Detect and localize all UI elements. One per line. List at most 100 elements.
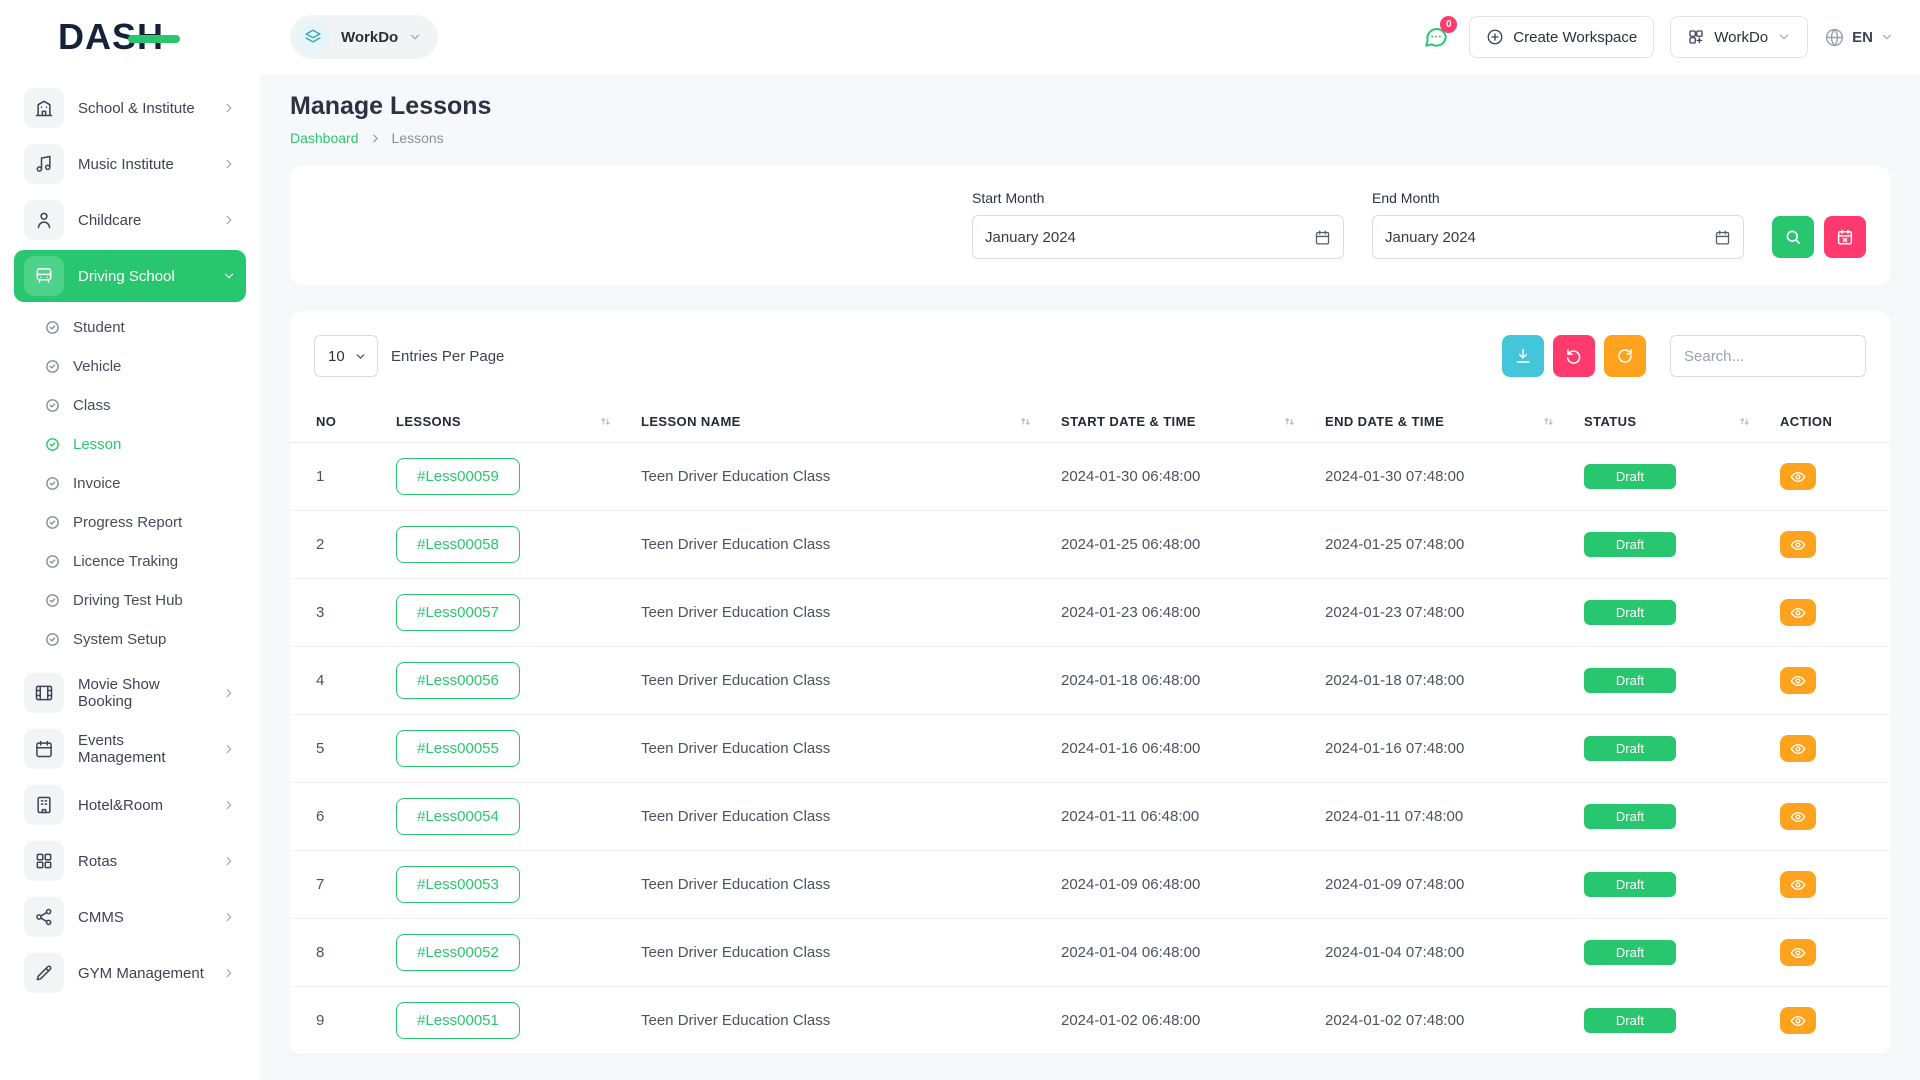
column-header-lesson-name[interactable]: LESSON NAME — [627, 401, 1047, 443]
sidebar-subitem-class[interactable]: Class — [14, 386, 246, 425]
cell-no: 3 — [290, 579, 382, 647]
language-selector[interactable]: EN — [1824, 27, 1894, 48]
sidebar-item-gym-management[interactable]: GYM Management — [14, 947, 246, 999]
table-row: 9 #Less00051 Teen Driver Education Class… — [290, 987, 1890, 1055]
start-month-input[interactable]: January 2024 — [972, 215, 1344, 259]
sidebar-subitem-lesson[interactable]: Lesson — [14, 425, 246, 464]
sidebar-item-music-institute[interactable]: Music Institute — [14, 138, 246, 190]
workspace-name: WorkDo — [341, 29, 398, 46]
end-month-input[interactable]: January 2024 — [1372, 215, 1744, 259]
cell-end-date: 2024-01-09 07:48:00 — [1311, 851, 1570, 919]
chat-button[interactable]: 0 — [1419, 20, 1453, 54]
table-row: 8 #Less00052 Teen Driver Education Class… — [290, 919, 1890, 987]
lesson-code-badge[interactable]: #Less00058 — [396, 526, 520, 563]
sidebar-subitem-progress-report[interactable]: Progress Report — [14, 503, 246, 542]
cell-lesson-name: Teen Driver Education Class — [627, 647, 1047, 715]
sidebar-item-driving-school[interactable]: Driving School — [14, 250, 246, 302]
view-lesson-button[interactable] — [1780, 531, 1816, 558]
cell-no: 9 — [290, 987, 382, 1055]
lesson-code-badge[interactable]: #Less00052 — [396, 934, 520, 971]
sort-icon[interactable] — [1541, 414, 1556, 429]
calendar-x-icon — [1836, 228, 1854, 246]
sidebar-subitem-vehicle[interactable]: Vehicle — [14, 347, 246, 386]
column-header-no[interactable]: NO — [290, 401, 382, 443]
create-workspace-button[interactable]: Create Workspace — [1469, 16, 1654, 58]
lesson-code-badge[interactable]: #Less00059 — [396, 458, 520, 495]
entries-per-page-value: 10 — [328, 348, 345, 365]
refresh-button[interactable] — [1604, 335, 1646, 377]
sidebar-item-events-management[interactable]: Events Management — [14, 723, 246, 775]
sidebar-item-label: Rotas — [78, 853, 208, 870]
reset-filter-button[interactable] — [1824, 216, 1866, 258]
sort-icon[interactable] — [1018, 414, 1033, 429]
sidebar-subitem-licence-traking[interactable]: Licence Traking — [14, 542, 246, 581]
end-month-field: End Month January 2024 — [1372, 190, 1744, 259]
view-lesson-button[interactable] — [1780, 463, 1816, 490]
main-area: WorkDo 0 Create Workspace WorkDo — [260, 0, 1920, 1080]
sort-icon[interactable] — [598, 414, 613, 429]
sidebar-subitem-label: System Setup — [73, 631, 166, 648]
sidebar-subitem-label: Class — [73, 397, 111, 414]
lesson-code-badge[interactable]: #Less00053 — [396, 866, 520, 903]
undo-button[interactable] — [1553, 335, 1595, 377]
start-month-value: January 2024 — [985, 229, 1076, 246]
lesson-code-badge[interactable]: #Less00056 — [396, 662, 520, 699]
table-row: 4 #Less00056 Teen Driver Education Class… — [290, 647, 1890, 715]
chevron-down-icon — [408, 30, 422, 44]
export-button[interactable] — [1502, 335, 1544, 377]
sidebar-item-school-institute[interactable]: School & Institute — [14, 82, 246, 134]
brand-logo[interactable]: DASH — [0, 0, 260, 74]
cell-end-date: 2024-01-11 07:48:00 — [1311, 783, 1570, 851]
view-lesson-button[interactable] — [1780, 599, 1816, 626]
column-header-lessons[interactable]: LESSONS — [382, 401, 627, 443]
sort-icon[interactable] — [1282, 414, 1297, 429]
view-lesson-button[interactable] — [1780, 803, 1816, 830]
lesson-code-badge[interactable]: #Less00055 — [396, 730, 520, 767]
entries-per-page-select[interactable]: 10 — [314, 335, 378, 377]
page-title: Manage Lessons — [290, 92, 1890, 121]
sidebar-item-rotas[interactable]: Rotas — [14, 835, 246, 887]
calendar-icon — [24, 729, 64, 769]
chevron-right-icon — [222, 854, 236, 868]
view-lesson-button[interactable] — [1780, 1007, 1816, 1034]
film-icon — [24, 673, 64, 713]
workdo-menu-button[interactable]: WorkDo — [1670, 16, 1808, 58]
language-code: EN — [1852, 29, 1873, 46]
sort-icon[interactable] — [1737, 414, 1752, 429]
cell-no: 6 — [290, 783, 382, 851]
status-badge: Draft — [1584, 940, 1676, 965]
pencil-icon — [24, 953, 64, 993]
grid-plus-icon — [1687, 28, 1705, 46]
sidebar-item-cmms[interactable]: CMMS — [14, 891, 246, 943]
search-input[interactable] — [1670, 335, 1866, 377]
lesson-code-badge[interactable]: #Less00057 — [396, 594, 520, 631]
breadcrumb-dashboard-link[interactable]: Dashboard — [290, 130, 359, 146]
column-header-start-date[interactable]: START DATE & TIME — [1047, 401, 1311, 443]
sidebar-subitem-invoice[interactable]: Invoice — [14, 464, 246, 503]
sidebar-subitem-student[interactable]: Student — [14, 308, 246, 347]
sidebar-subitem-label: Invoice — [73, 475, 121, 492]
sidebar-subitem-system-setup[interactable]: System Setup — [14, 620, 246, 659]
workspace-switcher[interactable]: WorkDo — [290, 15, 438, 59]
view-lesson-button[interactable] — [1780, 871, 1816, 898]
cell-start-date: 2024-01-02 06:48:00 — [1047, 987, 1311, 1055]
lesson-code-badge[interactable]: #Less00051 — [396, 1002, 520, 1039]
cell-no: 5 — [290, 715, 382, 783]
sidebar-item-movie-show-booking[interactable]: Movie Show Booking — [14, 667, 246, 719]
topbar: WorkDo 0 Create Workspace WorkDo — [260, 0, 1920, 74]
sidebar-subitem-driving-test-hub[interactable]: Driving Test Hub — [14, 581, 246, 620]
table-controls: 10 Entries Per Page — [290, 335, 1890, 377]
sidebar-item-hotel-room[interactable]: Hotel&Room — [14, 779, 246, 831]
driving-school-submenu: Student Vehicle Class Lesson Invoice Pro… — [0, 306, 260, 663]
chevron-right-icon — [222, 686, 236, 700]
sidebar-item-childcare[interactable]: Childcare — [14, 194, 246, 246]
apply-filter-button[interactable] — [1772, 216, 1814, 258]
view-lesson-button[interactable] — [1780, 735, 1816, 762]
cell-no: 1 — [290, 443, 382, 511]
app-root: DASH School & Institute Music Institute — [0, 0, 1920, 1080]
column-header-end-date[interactable]: END DATE & TIME — [1311, 401, 1570, 443]
view-lesson-button[interactable] — [1780, 939, 1816, 966]
column-header-status[interactable]: STATUS — [1570, 401, 1766, 443]
lesson-code-badge[interactable]: #Less00054 — [396, 798, 520, 835]
view-lesson-button[interactable] — [1780, 667, 1816, 694]
